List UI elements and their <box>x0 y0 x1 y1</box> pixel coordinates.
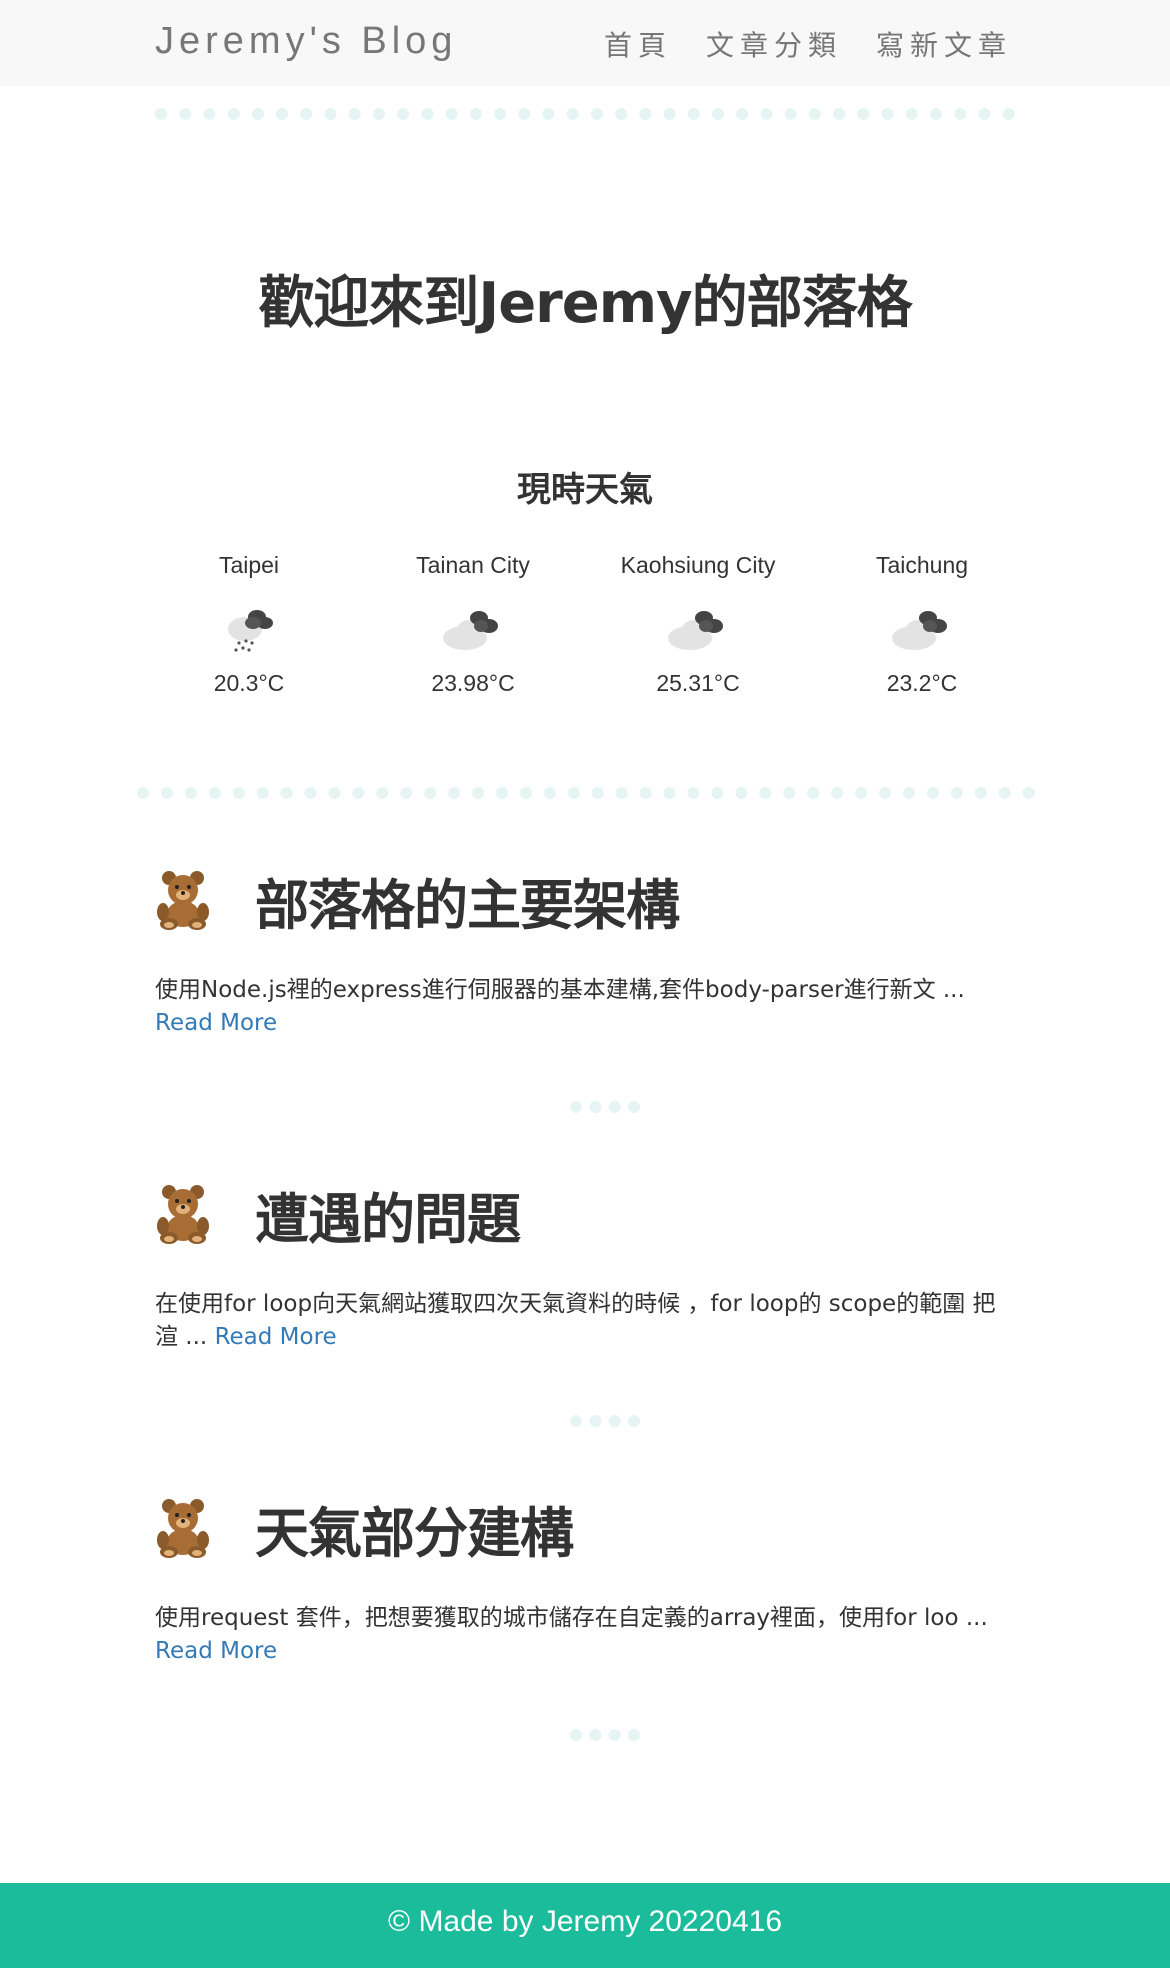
header-divider <box>155 108 1015 120</box>
navbar: Jeremy's Blog 首頁 文章分類 寫新文章 <box>0 0 1170 86</box>
post-excerpt: 使用Node.js裡的express進行伺服器的基本建構,套件body-pars… <box>155 974 1015 1040</box>
weather-item-tainan: Tainan City 23.98°C <box>361 552 585 697</box>
post-title[interactable]: 部落格的主要架構 <box>255 861 680 940</box>
post-header: 遭遇的問題 <box>155 1174 1015 1254</box>
city-name: Kaohsiung City <box>620 552 776 578</box>
post-item: 遭遇的問題 在使用for loop向天氣網站獲取四次天氣資料的時候 ，for l… <box>155 1174 1015 1354</box>
cloudy-icon <box>586 598 810 664</box>
post-excerpt: 使用request 套件，把想要獲取的城市儲存在自定義的array裡面，使用fo… <box>155 1602 1015 1668</box>
footer-copyright: © Made by Jeremy 20220416 <box>388 1905 782 1938</box>
cloudy-icon <box>810 598 1034 664</box>
post-divider <box>570 1101 640 1113</box>
city-name: Taipei <box>218 552 280 578</box>
city-temperature: 23.98°C <box>431 670 515 696</box>
rain-cloud-icon <box>137 598 361 664</box>
read-more-link[interactable]: Read More <box>155 1638 277 1664</box>
read-more-link[interactable]: Read More <box>155 1010 277 1036</box>
post-title[interactable]: 天氣部分建構 <box>255 1489 574 1568</box>
post-item: 天氣部分建構 使用request 套件，把想要獲取的城市儲存在自定義的array… <box>155 1488 1015 1668</box>
city-name: Taichung <box>875 552 969 578</box>
post-header: 天氣部分建構 <box>155 1488 1015 1568</box>
post-excerpt-text: 使用request 套件，把想要獲取的城市儲存在自定義的array裡面，使用fo… <box>155 1605 988 1631</box>
brand-link[interactable]: Jeremy's Blog <box>155 20 457 63</box>
post-excerpt: 在使用for loop向天氣網站獲取四次天氣資料的時候 ，for loop的 s… <box>155 1288 1015 1354</box>
teddy-bear-icon <box>157 871 209 930</box>
nav-categories-link[interactable]: 文章分類 <box>706 24 842 64</box>
teddy-bear-icon <box>157 1499 209 1558</box>
weather-item-kaohsiung: Kaohsiung City 25.31°C <box>586 552 810 697</box>
nav-links: 首頁 文章分類 寫新文章 <box>570 24 1012 64</box>
nav-home-link[interactable]: 首頁 <box>604 24 672 64</box>
city-temperature: 23.2°C <box>886 670 958 696</box>
city-temperature: 25.31°C <box>656 670 740 696</box>
post-header: 部落格的主要架構 <box>155 860 1015 940</box>
city-temperature: 20.3°C <box>213 670 285 696</box>
post-excerpt-text: 使用Node.js裡的express進行伺服器的基本建構,套件body-pars… <box>155 977 965 1003</box>
weather-item-taipei: Taipei 20.3°C <box>137 552 361 697</box>
footer: © Made by Jeremy 20220416 <box>0 1883 1170 1968</box>
weather-item-taichung: Taichung 23.2°C <box>810 552 1034 697</box>
teddy-bear-icon <box>157 1185 209 1244</box>
post-divider <box>570 1729 640 1741</box>
weather-divider <box>137 787 1035 799</box>
cloudy-icon <box>361 598 585 664</box>
read-more-link[interactable]: Read More <box>215 1324 337 1350</box>
post-divider <box>570 1415 640 1427</box>
city-name: Tainan City <box>416 552 530 578</box>
post-item: 部落格的主要架構 使用Node.js裡的express進行伺服器的基本建構,套件… <box>155 860 1015 1040</box>
page-title: 歡迎來到Jeremy的部落格 <box>258 271 912 336</box>
post-title[interactable]: 遭遇的問題 <box>255 1175 521 1254</box>
weather-title: 現時天氣 <box>517 470 653 510</box>
nav-compose-link[interactable]: 寫新文章 <box>876 24 1012 64</box>
